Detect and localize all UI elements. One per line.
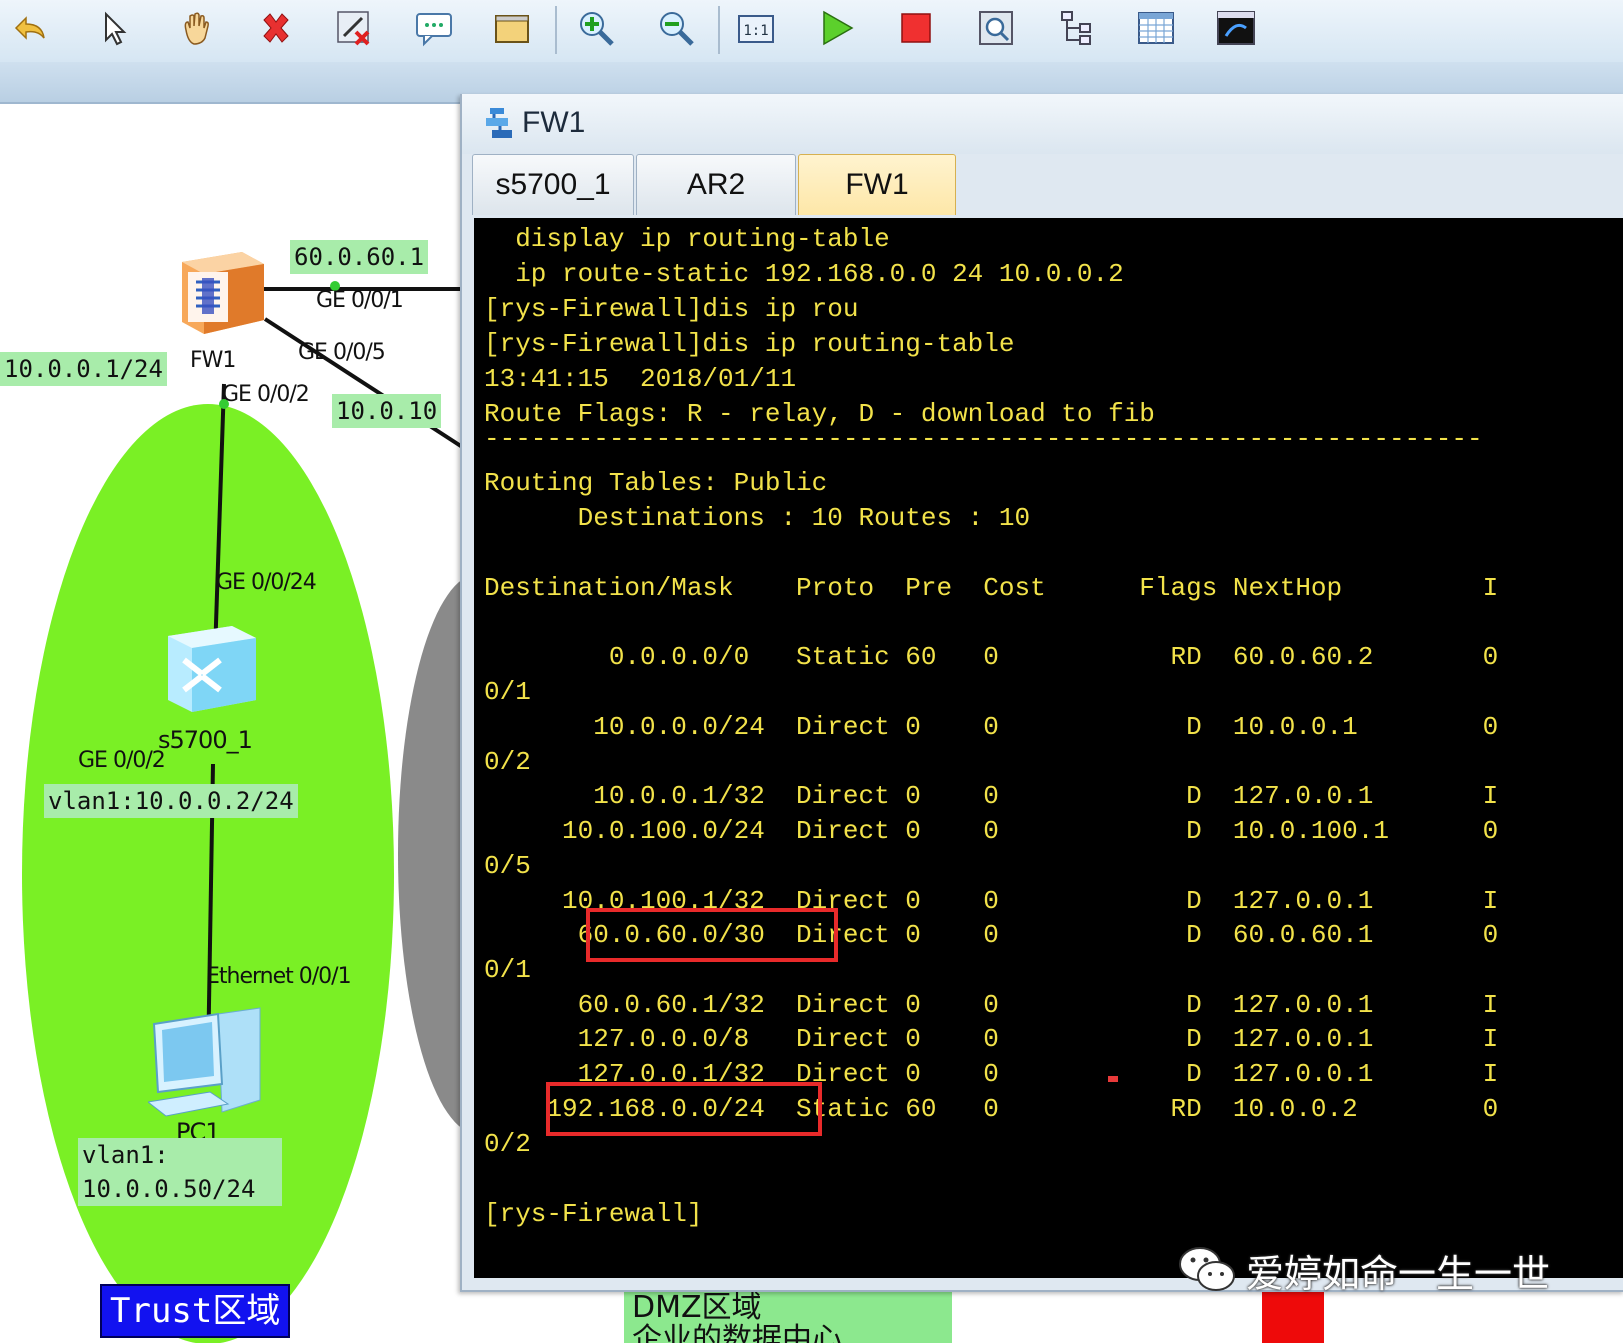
route-row: 0.0.0.0/0 Static 60 0 RD 60.0.60.2 0	[484, 642, 1499, 672]
highlight-box-192-168-0-0	[546, 1082, 822, 1136]
route-row-wrap: 0/5	[484, 851, 531, 881]
terminal-line: Routing Tables: Public	[484, 468, 828, 498]
tab-fw1[interactable]: FW1	[798, 154, 956, 215]
watermark-text: 爱婷如命一生一世	[1246, 1251, 1551, 1296]
ge-0-0-5-label: GE 0/0/5	[298, 340, 386, 365]
fw-inside-ip-label: 10.0.0.1/24	[0, 352, 167, 386]
switch-device-icon[interactable]	[162, 620, 262, 720]
route-row: 10.0.0.0/24 Direct 0 0 D 10.0.0.1 0	[484, 712, 1499, 742]
delete-icon[interactable]	[254, 6, 298, 50]
pc-vlan-label: vlan1:	[78, 1138, 282, 1176]
fit-window-icon[interactable]: 1:1	[734, 6, 778, 50]
terminal-line: [rys-Firewall]dis ip routing-table	[484, 329, 1015, 359]
switch-vlan-label: vlan1:10.0.0.2/24	[44, 784, 298, 818]
start-device-icon[interactable]	[814, 6, 858, 50]
switch-device-label: s5700_1	[158, 726, 253, 754]
ge-0-0-2-sw-label: GE 0/0/2	[78, 748, 166, 773]
route-row-wrap: 0/2	[484, 1129, 531, 1159]
cli-terminal[interactable]: display ip routing-table ip route-static…	[474, 218, 1623, 1278]
fw-outside-ip-label: 60.0.60.1	[290, 240, 429, 274]
ge-0-0-24-label: GE 0/0/24	[216, 570, 317, 595]
ge-0-0-1-label: GE 0/0/1	[316, 288, 404, 313]
capture-icon[interactable]	[974, 6, 1018, 50]
terminal-line: Destinations : 10 Routes : 10	[484, 503, 1031, 533]
route-row: 60.0.60.1/32 Direct 0 0 D 127.0.0.1 I	[484, 990, 1499, 1020]
watermark: 爱婷如命一生一世	[1176, 1240, 1550, 1300]
route-row: 10.0.0.1/32 Direct 0 0 D 127.0.0.1 I	[484, 781, 1499, 811]
cli-tab-bar: s5700_1 AR2 FW1	[472, 154, 1623, 216]
terminal-line: ip route-static 192.168.0.0 24 10.0.0.2	[484, 259, 1124, 289]
red-marker	[1108, 1076, 1118, 1082]
route-row: 10.0.100.0/24 Direct 0 0 D 10.0.100.1 0	[484, 816, 1499, 846]
route-row-wrap: 0/1	[484, 677, 531, 707]
cli-titlebar[interactable]: FW1	[462, 94, 1623, 154]
toolbar: 1:1	[0, 0, 1623, 62]
svg-text:1:1: 1:1	[743, 23, 768, 39]
pc-device-icon[interactable]	[146, 1004, 268, 1122]
topology-icon[interactable]	[1054, 6, 1098, 50]
text-comment-icon[interactable]	[412, 6, 456, 50]
cli-console-icon[interactable]	[1214, 6, 1258, 50]
cli-window-title: FW1	[522, 106, 586, 139]
tab-ar2[interactable]: AR2	[636, 154, 796, 215]
pointer-icon[interactable]	[92, 6, 136, 50]
terminal-separator-line: ----------------------------------------…	[484, 424, 1483, 454]
hand-icon[interactable]	[174, 6, 218, 50]
terminal-prompt: [rys-Firewall]	[484, 1199, 703, 1229]
remove-link-icon[interactable]	[332, 6, 376, 50]
route-row-wrap: 0/2	[484, 747, 531, 777]
dmz-ip-label: 10.0.10	[332, 394, 442, 428]
grid-icon[interactable]	[1134, 6, 1178, 50]
undo-icon[interactable]	[8, 6, 52, 50]
terminal-line: 13:41:15 2018/01/11	[484, 364, 797, 394]
dmz-zone-label-line1: DMZ区域	[632, 1292, 762, 1325]
pc-ip-label: 10.0.0.50/24	[78, 1172, 282, 1206]
ethernet-0-0-1-label: Ethernet 0/0/1	[206, 964, 352, 989]
topology-canvas[interactable]: 60.0.60.1 GE 0/0/1 10.0.0.1/24 FW1 GE 0/…	[0, 104, 470, 1343]
cli-window: FW1 s5700_1 AR2 FW1 display ip routing-t…	[460, 94, 1623, 1292]
tab-s5700-1[interactable]: s5700_1	[472, 154, 634, 215]
route-row: 127.0.0.0/8 Direct 0 0 D 127.0.0.1 I	[484, 1024, 1499, 1054]
terminal-table-header: Destination/Mask Proto Pre Cost Flags Ne…	[484, 573, 1499, 603]
console-window-icon	[482, 104, 516, 142]
stop-device-icon[interactable]	[894, 6, 938, 50]
trust-zone-label: Trust区域	[100, 1284, 291, 1338]
ge-0-0-2-fw-label: GE 0/0/2	[222, 382, 310, 407]
rectangle-icon[interactable]	[490, 6, 534, 50]
route-row-wrap: 0/1	[484, 955, 531, 985]
fw1-device-label: FW1	[190, 348, 236, 373]
terminal-line: [rys-Firewall]dis ip rou	[484, 294, 859, 324]
terminal-line: display ip routing-table	[484, 224, 890, 254]
zoom-in-icon[interactable]	[574, 6, 618, 50]
zoom-out-icon[interactable]	[654, 6, 698, 50]
wechat-icon	[1179, 1247, 1235, 1291]
dmz-zone-label-line2: 企业的数据中心	[632, 1322, 842, 1343]
firewall-device-icon[interactable]	[172, 242, 272, 342]
dmz-zone-label: DMZ区域 企业的数据中心	[624, 1292, 952, 1343]
highlight-box-60-0-60-0	[586, 908, 838, 962]
